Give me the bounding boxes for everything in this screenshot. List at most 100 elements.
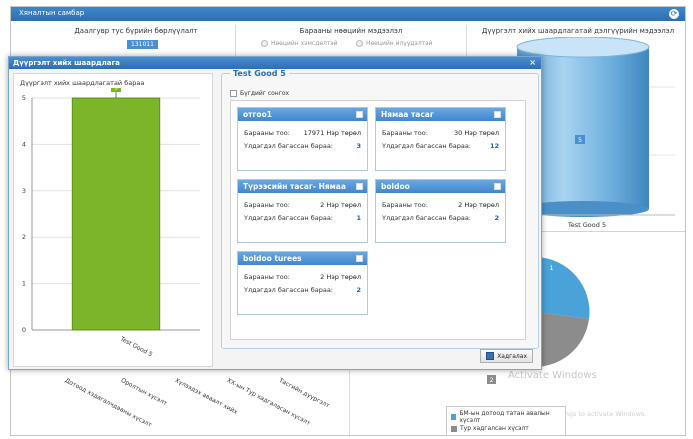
bar-chart-panel: Дүүргэлт хийх шаардлагатай бараа 0 1 2 3 4 5 5… bbox=[13, 73, 213, 367]
product-title: Test Good 5 bbox=[230, 69, 289, 78]
store-remaining-row: Үлдэгдэл багассан бараа: 3 bbox=[238, 142, 367, 150]
dashboard-title: Хянaлтын самбар bbox=[19, 9, 85, 17]
store-card-header: boldoo bbox=[376, 180, 505, 193]
left-badge: 131011 bbox=[127, 40, 158, 49]
bar bbox=[71, 97, 161, 331]
radio-surplus-label: Нөөцийн илүүдэлтэй bbox=[366, 40, 433, 47]
store-cards-area: отгоо1 Барааны тоо: 17971 Нэр төрөл Үлдэг… bbox=[230, 100, 526, 340]
remaining-value: 1 bbox=[356, 214, 361, 222]
store-card-header: Нямаа тасаг bbox=[376, 108, 505, 121]
store-remaining-row: Үлдэгдэл багассан бараа: 1 bbox=[238, 214, 367, 222]
radio-surplus[interactable]: Нөөцийн илүүдэлтэй bbox=[356, 40, 432, 47]
qty-label: Барааны тоо: bbox=[382, 129, 428, 137]
y-tick-label: 1 bbox=[22, 280, 26, 288]
x-label: Тасгийн дүүргэлт bbox=[277, 377, 331, 410]
remaining-label: Үлдэгдэл багассан бараа: bbox=[244, 214, 333, 222]
floppy-disk-icon bbox=[486, 352, 495, 360]
qty-label: Барааны тоо: bbox=[244, 201, 290, 209]
remaining-label: Үлдэгдэл багассан бараа: bbox=[382, 214, 471, 222]
pie-label-1: 1 bbox=[550, 265, 554, 272]
store-name: boldoo bbox=[381, 182, 410, 191]
store-qty-row: Барааны тоо: 17971 Нэр төрөл bbox=[238, 129, 367, 137]
x-label: Оролтын хүсэлт bbox=[119, 377, 169, 408]
store-remaining-row: Үлдэгдэл багассан бараа: 12 bbox=[376, 142, 505, 150]
refresh-icon[interactable]: ⟳ bbox=[669, 9, 679, 19]
store-checkbox[interactable] bbox=[356, 255, 363, 262]
legend-item: Тур хадгалсан хүсэлт bbox=[451, 425, 561, 432]
store-checkbox[interactable] bbox=[356, 111, 363, 118]
qty-value: 30 Нэр төрөл bbox=[453, 129, 499, 137]
save-button-label: Хадгалах bbox=[497, 352, 527, 360]
qty-value: 2 Нэр төрөл bbox=[458, 201, 499, 209]
modal-header: Дүүргэлт хийх шаардлага × bbox=[9, 57, 541, 69]
panel-title-right: Дүүргэлт хийх шаардлагатай дэлгүүрийн мэ… bbox=[481, 27, 675, 35]
panel-title-left: Даалгувр тус бүрийн бөрлүүлалт bbox=[74, 27, 198, 35]
x-label: ХХ-ын Тур хадгаласан хүсэлт bbox=[225, 377, 312, 428]
remaining-label: Үлдэгдэл багассан бараа: bbox=[244, 142, 333, 150]
remaining-value: 2 bbox=[494, 214, 499, 222]
remaining-value: 2 bbox=[356, 286, 361, 294]
qty-label: Барааны тоо: bbox=[244, 273, 290, 281]
store-name: Нямаа тасаг bbox=[381, 110, 434, 119]
qty-value: 2 Нэр төрөл bbox=[320, 273, 361, 281]
remaining-label: Үлдэгдэл багассан бараа: bbox=[382, 142, 471, 150]
legend-label: БМ-ын дотоод татан авалын хүсэлт bbox=[459, 410, 550, 424]
y-tick-label: 0 bbox=[22, 326, 26, 334]
panel-title-middle: Барааны нөөцийн мэдээлэл bbox=[299, 27, 403, 35]
store-card-header: Түрээсийн тасаг- Нямаа bbox=[238, 180, 367, 193]
pie-legend: БМ-ын дотоод татан авалын хүсэлт Тур хад… bbox=[446, 406, 566, 436]
stores-panel: Test Good 5 Бүгдийг сонгох отгоо1 Бараан… bbox=[221, 69, 539, 367]
watermark-title: Activate Windows bbox=[508, 370, 597, 381]
qty-label: Барааны тоо: bbox=[382, 201, 428, 209]
store-checkbox[interactable] bbox=[494, 183, 501, 190]
store-card[interactable]: boldoo turees Барааны тоо: 2 Нэр төрөл Үл… bbox=[237, 251, 368, 315]
store-name: отгоо1 bbox=[243, 110, 272, 119]
qty-value: 2 Нэр төрөл bbox=[320, 201, 361, 209]
store-name: boldoo turees bbox=[243, 254, 302, 263]
store-remaining-row: Үлдэгдэл багассан бараа: 2 bbox=[238, 286, 367, 294]
cylinder-value: 5 bbox=[578, 137, 582, 144]
checkbox-icon[interactable] bbox=[230, 90, 237, 97]
y-tick-label: 4 bbox=[22, 140, 26, 148]
save-button[interactable]: Хадгалах bbox=[480, 349, 533, 363]
dashboard-header: Хянaлтын самбар ⟳ bbox=[11, 7, 685, 21]
store-name: Түрээсийн тасаг- Нямаа bbox=[243, 182, 346, 191]
store-card[interactable]: Түрээсийн тасаг- Нямаа Барааны тоо: 2 Нэр… bbox=[237, 179, 368, 243]
y-tick-label: 5 bbox=[22, 94, 26, 102]
radio-shortage[interactable]: Нөөцийн хэмсдөлтэй bbox=[261, 40, 338, 47]
select-all-checkbox[interactable]: Бүгдийг сонгох bbox=[230, 90, 289, 97]
bar-chart: 0 1 2 3 4 5 5 Test Good 5 bbox=[22, 88, 200, 358]
y-tick-label: 3 bbox=[22, 187, 26, 195]
pie-label-2: 2 bbox=[490, 377, 494, 384]
close-icon[interactable]: × bbox=[529, 58, 536, 67]
qty-label: Барааны тоо: bbox=[244, 129, 290, 137]
pie-slice-1 bbox=[536, 257, 590, 319]
data-label: 5 bbox=[114, 88, 118, 92]
store-card[interactable]: Нямаа тасаг Барааны тоо: 30 Нэр төрөл Үлд… bbox=[375, 107, 506, 171]
x-tick-label: Test Good 5 bbox=[118, 335, 153, 358]
stores-frame: Test Good 5 Бүгдийг сонгох отгоо1 Бараан… bbox=[221, 69, 539, 349]
legend-swatch bbox=[451, 425, 457, 432]
remaining-label: Үлдэгдэл багассан бараа: bbox=[244, 286, 333, 294]
qty-value: 17971 Нэр төрөл bbox=[303, 129, 361, 137]
store-checkbox[interactable] bbox=[494, 111, 501, 118]
store-card-header: boldoo turees bbox=[238, 252, 367, 265]
store-card-header: отгоо1 bbox=[238, 108, 367, 121]
store-qty-row: Барааны тоо: 2 Нэр төрөл bbox=[376, 201, 505, 209]
select-all-label: Бүгдийг сонгох bbox=[240, 90, 290, 97]
remaining-value: 3 bbox=[356, 142, 361, 150]
cylinder-top bbox=[516, 37, 650, 58]
modal-title: Дүүргэлт хийх шаардлага bbox=[13, 59, 120, 67]
legend-label: Тур хадгалсан хүсэлт bbox=[460, 425, 529, 432]
refill-modal: Дүүргэлт хийх шаардлага × Дүүргэлт хийх … bbox=[8, 56, 542, 370]
radio-shortage-label: Нөөцийн хэмсдөлтэй bbox=[271, 40, 338, 47]
legend-item: БМ-ын дотоод татан авалын хүсэлт bbox=[451, 410, 561, 424]
legend-swatch bbox=[451, 414, 457, 420]
y-tick-label: 2 bbox=[22, 233, 26, 241]
store-qty-row: Барааны тоо: 2 Нэр төрөл bbox=[238, 201, 367, 209]
store-remaining-row: Үлдэгдэл багассан бараа: 2 bbox=[376, 214, 505, 222]
store-card[interactable]: boldoo Барааны тоо: 2 Нэр төрөл Үлдэгдэл … bbox=[375, 179, 506, 243]
store-card[interactable]: отгоо1 Барааны тоо: 17971 Нэр төрөл Үлдэг… bbox=[237, 107, 368, 171]
store-checkbox[interactable] bbox=[356, 183, 363, 190]
remaining-value: 12 bbox=[489, 142, 499, 150]
